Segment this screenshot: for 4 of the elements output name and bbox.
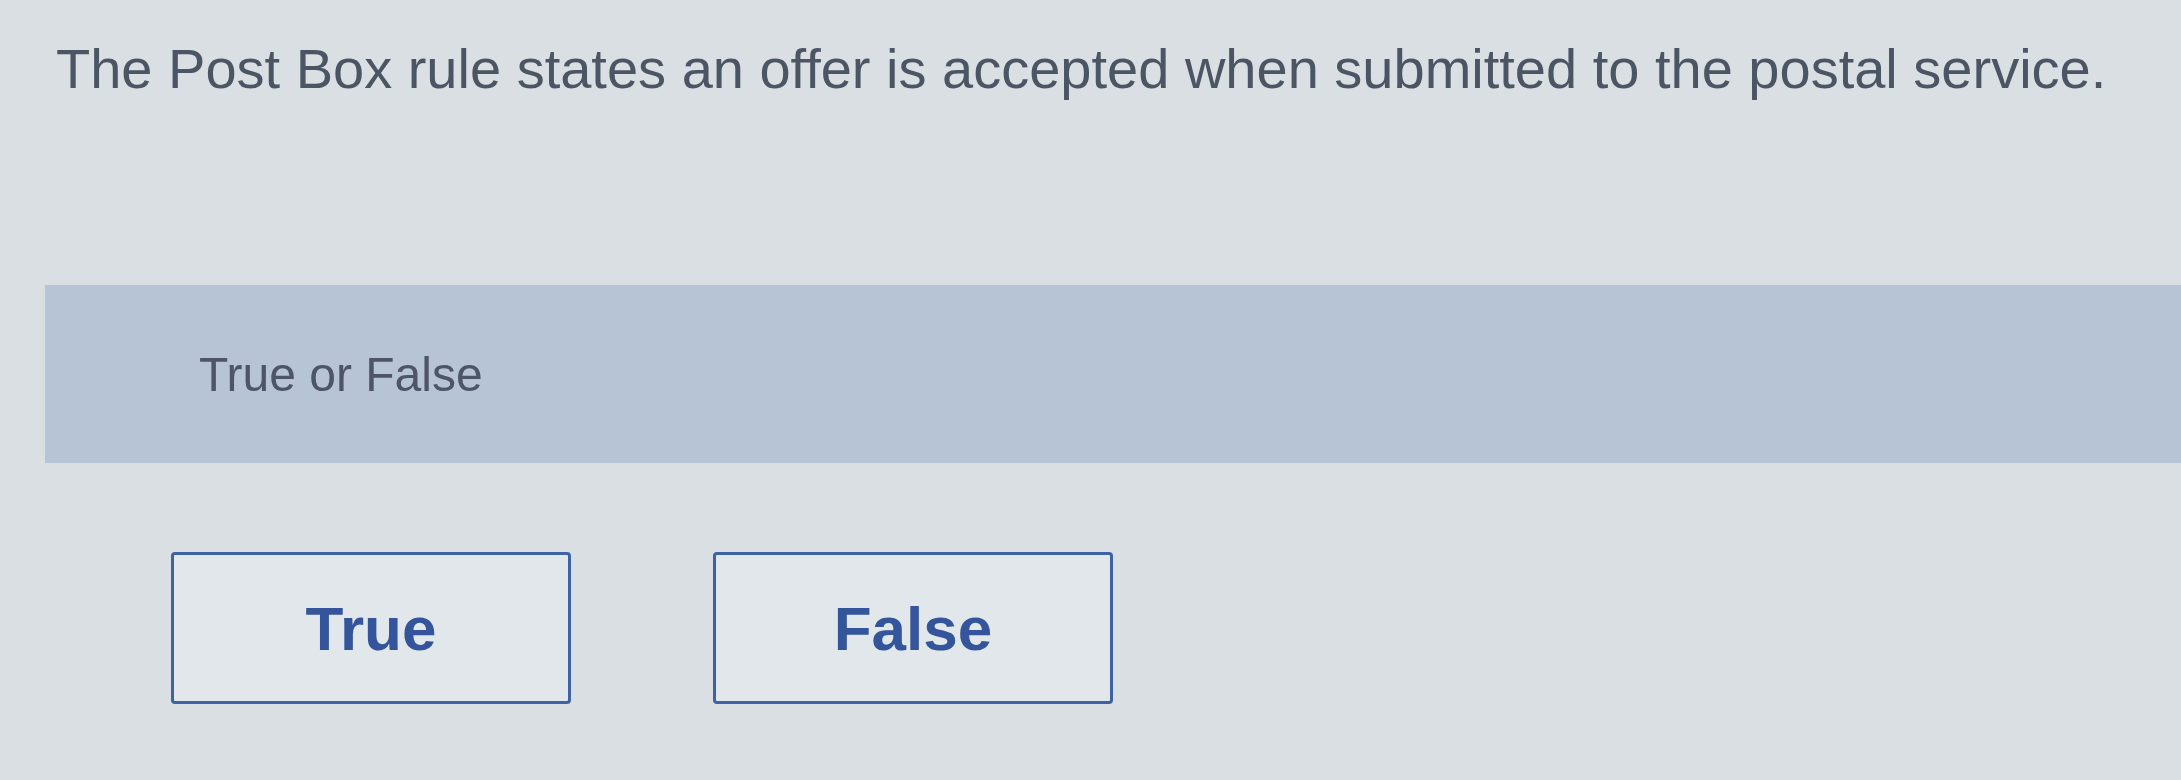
answer-option-button[interactable]: True [171,552,571,704]
question-type-label: True or False [199,346,483,402]
answer-option-button[interactable]: False [713,552,1113,704]
question-text: The Post Box rule states an offer is accepted when submitted to the postal service. [56,36,2107,102]
